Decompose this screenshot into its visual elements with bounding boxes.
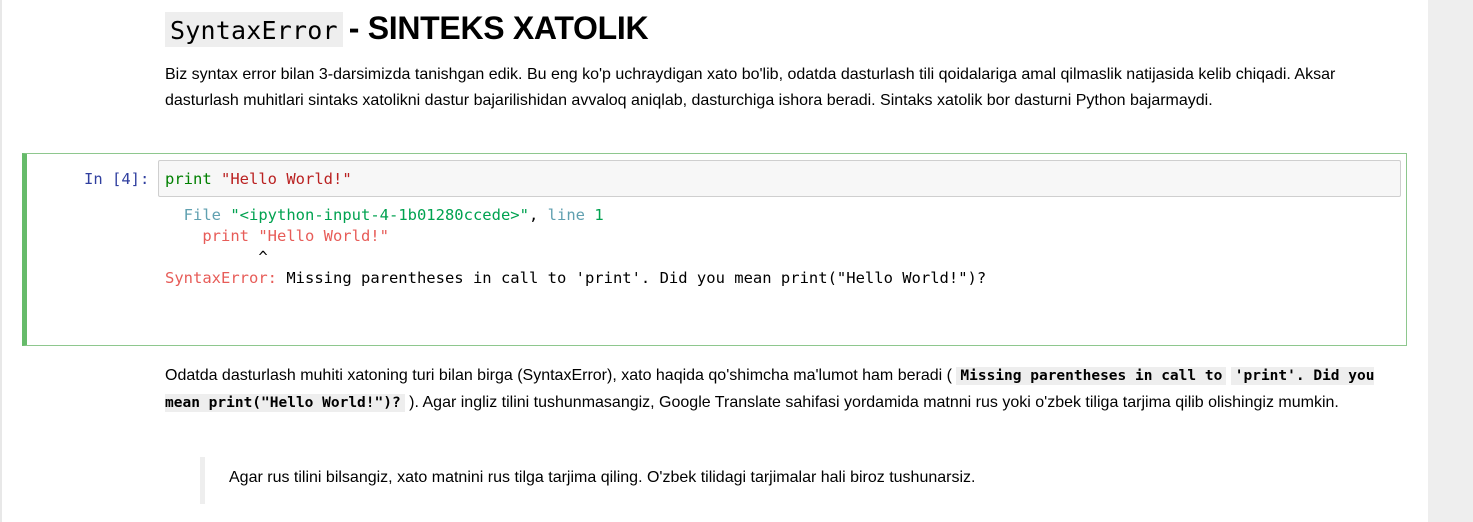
- output-caret: ^: [258, 248, 268, 266]
- output-comma: ,: [528, 206, 539, 224]
- cell-prompt: In [4]:: [84, 170, 150, 188]
- heading-text: - SINTEKS XATOLIK: [348, 10, 649, 46]
- heading-code: SyntaxError: [165, 12, 343, 47]
- explain-code-1: Missing parentheses in call to: [956, 367, 1227, 385]
- output-file-label: File: [183, 206, 221, 224]
- cell-output: File "<ipython-input-4-1b01280ccede>", l…: [165, 205, 986, 289]
- explain-text-before: Odatda dasturlash muhiti xatoning turi b…: [165, 367, 952, 384]
- explain-paragraph: Odatda dasturlash muhiti xatoning turi b…: [165, 363, 1380, 416]
- output-error-message: Missing parentheses in call to 'print'. …: [286, 269, 987, 287]
- cell-input-code: print "Hello World!": [165, 170, 352, 188]
- explain-text-after: ). Agar ingliz tilini tushunmasangiz, Go…: [409, 393, 1339, 411]
- blockquote-text: Agar rus tilini bilsangiz, xato matnini …: [229, 469, 976, 486]
- output-code-line: print "Hello World!": [202, 227, 389, 245]
- cell-input-area[interactable]: print "Hello World!": [158, 160, 1401, 197]
- output-line-number: 1: [594, 206, 604, 224]
- output-error-type: SyntaxError:: [165, 269, 277, 287]
- section-heading: SyntaxError - SINTEKS XATOLIK: [165, 6, 649, 53]
- page-left-edge: [0, 0, 2, 522]
- output-line-label: line: [547, 206, 585, 224]
- right-gutter: [1428, 0, 1473, 522]
- input-string: "Hello World!": [221, 170, 352, 188]
- output-file-name: "<ipython-input-4-1b01280ccede>": [230, 206, 529, 224]
- input-keyword: print: [165, 170, 212, 188]
- intro-paragraph: Biz syntax error bilan 3-darsimizda tani…: [165, 66, 1336, 109]
